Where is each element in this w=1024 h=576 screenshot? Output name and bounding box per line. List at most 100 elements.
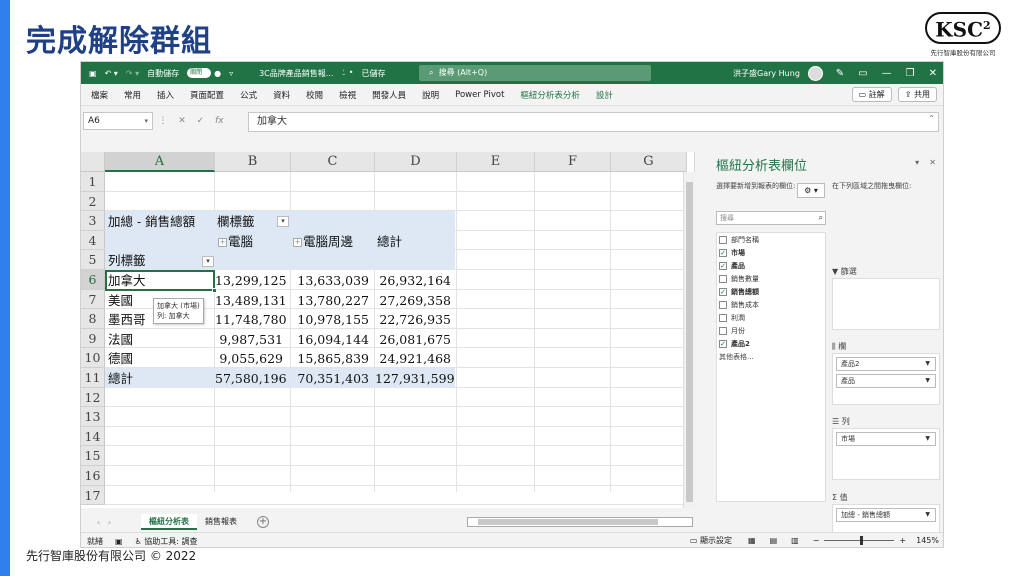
- accessibility-status[interactable]: ♿ 協助工具: 調查: [135, 536, 198, 547]
- grand-total-peripherals[interactable]: 70,351,403: [291, 369, 369, 388]
- rows-chip[interactable]: 市場 ▼: [836, 432, 936, 446]
- column-header[interactable]: A: [105, 152, 215, 172]
- worksheet-grid[interactable]: 加總 - 銷售總額 欄標籤 ▾ + 電腦 + 電腦周邊 總計 列標籤 ▾ 加拿大 13…: [81, 152, 695, 508]
- pane-controls[interactable]: ▾ ✕: [915, 158, 936, 167]
- normal-view-icon[interactable]: ▦: [748, 536, 756, 545]
- row-filter-dropdown[interactable]: ▾: [202, 256, 214, 267]
- column-header[interactable]: B: [215, 152, 291, 172]
- row-header[interactable]: 4: [81, 230, 105, 251]
- field-item[interactable]: 銷售成本: [717, 298, 825, 311]
- column-header[interactable]: D: [375, 152, 457, 172]
- page-layout-icon[interactable]: ▤: [770, 536, 778, 545]
- pivot-value-computer[interactable]: 9,987,531: [215, 330, 283, 349]
- fx-icon[interactable]: fx: [215, 116, 224, 126]
- ribbon-tab[interactable]: 資料: [273, 89, 290, 101]
- ribbon-tab[interactable]: 插入: [157, 89, 174, 101]
- pivot-row-labels[interactable]: 列標籤: [108, 251, 146, 270]
- ribbon-tab[interactable]: 檢視: [339, 89, 356, 101]
- more-tables-link[interactable]: 其他表格...: [717, 352, 825, 362]
- more-icon[interactable]: ⋮: [158, 116, 167, 126]
- field-item[interactable]: 部門名稱: [717, 233, 825, 246]
- ribbon-tab[interactable]: 設計: [596, 89, 613, 101]
- minimize-button[interactable]: —: [882, 68, 892, 79]
- tab-sales-report[interactable]: 銷售報表: [197, 514, 245, 530]
- share-button[interactable]: ⇪ 共用: [897, 87, 937, 102]
- grand-total-computer[interactable]: 57,580,196: [215, 369, 287, 388]
- pivot-total-header[interactable]: 總計: [377, 232, 402, 251]
- row-header[interactable]: 11: [81, 368, 105, 388]
- pivot-value-peripherals[interactable]: 15,865,839: [291, 349, 369, 368]
- ribbon-tab[interactable]: 檔案: [91, 89, 108, 101]
- autosave-toggle[interactable]: 關閉 ●: [187, 68, 221, 78]
- ribbon-tab[interactable]: 常用: [124, 89, 141, 101]
- ribbon-tab[interactable]: Power Pivot: [455, 90, 504, 100]
- field-checkbox[interactable]: [719, 300, 727, 309]
- expand-formula-icon[interactable]: ⌃: [928, 114, 935, 123]
- zoom-in-icon[interactable]: +: [899, 536, 906, 545]
- file-name[interactable]: 3C品牌產品銷售報...: [259, 68, 333, 79]
- row-header[interactable]: 9: [81, 328, 105, 349]
- pivot-row-label[interactable]: 墨西哥: [108, 310, 146, 329]
- field-item[interactable]: 利潤: [717, 311, 825, 324]
- zoom-out-icon[interactable]: −: [813, 536, 820, 545]
- pivot-col-peripherals[interactable]: + 電腦周邊: [293, 232, 353, 251]
- field-checkbox[interactable]: [719, 235, 727, 244]
- pen-icon[interactable]: ✎: [836, 68, 844, 79]
- select-all-corner[interactable]: [81, 152, 105, 172]
- field-checkbox[interactable]: ✓: [719, 287, 727, 296]
- pivot-value-computer[interactable]: 9,055,629: [215, 349, 283, 368]
- field-item[interactable]: 銷售數量: [717, 272, 825, 285]
- undo-icon[interactable]: ↶ ▾: [105, 69, 118, 78]
- zoom-level[interactable]: 145%: [916, 536, 939, 545]
- field-item[interactable]: 月份: [717, 324, 825, 337]
- pivot-value-total[interactable]: 26,081,675: [375, 330, 451, 349]
- ribbon-tab[interactable]: 公式: [240, 89, 257, 101]
- field-checkbox[interactable]: ✓: [719, 261, 727, 270]
- row-header[interactable]: 3: [81, 211, 105, 231]
- macro-record-icon[interactable]: ▣: [115, 537, 123, 546]
- column-header[interactable]: E: [457, 152, 535, 172]
- row-header[interactable]: 14: [81, 426, 105, 447]
- pivot-value-computer[interactable]: 11,748,780: [215, 310, 287, 329]
- filters-zone[interactable]: [832, 278, 940, 330]
- pivot-value-peripherals[interactable]: 16,094,144: [291, 330, 369, 349]
- pivot-value-total[interactable]: 27,269,358: [375, 291, 451, 310]
- sheet-nav-arrows[interactable]: ‹ ›: [81, 518, 141, 527]
- ribbon-tab[interactable]: 頁面配置: [190, 89, 224, 101]
- ribbon-tab[interactable]: 校閱: [306, 89, 323, 101]
- enter-icon[interactable]: ✓: [197, 116, 205, 126]
- saved-status[interactable]: 已儲存: [361, 68, 385, 79]
- pivot-col-computer[interactable]: + 電腦: [218, 232, 253, 251]
- field-checkbox[interactable]: [719, 313, 727, 322]
- column-header[interactable]: C: [291, 152, 375, 172]
- zoom-slider[interactable]: [824, 536, 895, 545]
- field-checkbox[interactable]: [719, 274, 727, 283]
- ribbon-tab[interactable]: 樞紐分析表分析: [520, 89, 580, 101]
- ribbon-tab[interactable]: 說明: [422, 89, 439, 101]
- formula-input[interactable]: 加拿大: [248, 112, 939, 132]
- row-header[interactable]: 2: [81, 191, 105, 212]
- field-item[interactable]: ✓ 銷售總額: [717, 285, 825, 298]
- ribbon-tab[interactable]: 開發人員: [372, 89, 406, 101]
- pivot-value-total[interactable]: 26,932,164: [375, 271, 451, 290]
- column-header[interactable]: G: [611, 152, 687, 172]
- row-header[interactable]: 6: [81, 270, 105, 290]
- field-checkbox[interactable]: ✓: [719, 339, 727, 348]
- name-box[interactable]: A6 ▾: [83, 112, 153, 130]
- pivot-value-computer[interactable]: 13,299,125: [215, 271, 287, 290]
- row-header[interactable]: 15: [81, 446, 105, 466]
- pivot-value-peripherals[interactable]: 13,780,227: [291, 291, 369, 310]
- columns-chip[interactable]: 產品 ▼: [836, 374, 936, 388]
- row-header[interactable]: 13: [81, 407, 105, 427]
- tab-pivot[interactable]: 樞紐分析表: [141, 514, 197, 530]
- display-settings[interactable]: ▭ 顯示設定: [690, 535, 732, 546]
- ribbon-display-icon[interactable]: ▭: [858, 68, 867, 79]
- column-header[interactable]: F: [535, 152, 611, 172]
- pivot-sum-header[interactable]: 加總 - 銷售總額: [108, 212, 195, 231]
- field-search-input[interactable]: 搜尋 ⌕: [716, 211, 826, 225]
- horizontal-scrollbar[interactable]: [467, 517, 693, 527]
- fill-handle[interactable]: [212, 288, 217, 293]
- close-button[interactable]: ✕: [929, 68, 937, 79]
- pivot-value-total[interactable]: 22,726,935: [375, 310, 451, 329]
- pivot-row-label[interactable]: 法國: [108, 330, 133, 349]
